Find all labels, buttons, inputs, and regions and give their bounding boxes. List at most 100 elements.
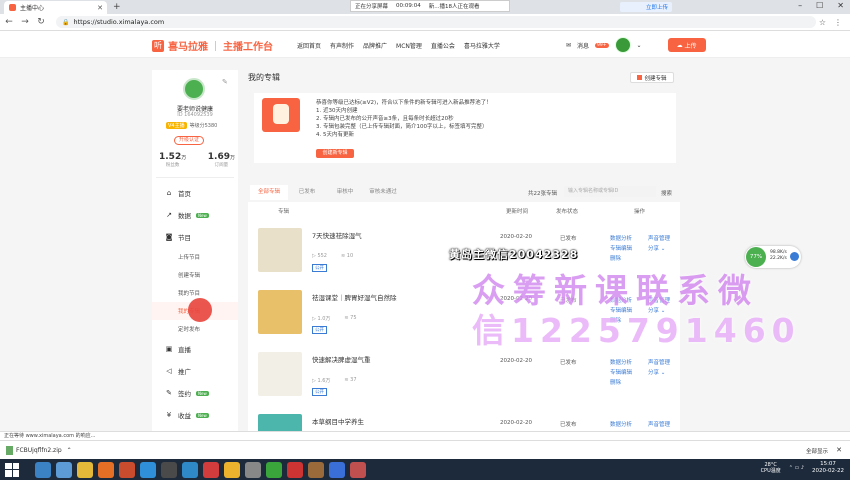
data-analysis-link[interactable]: 数据分析: [610, 234, 648, 242]
certify-button[interactable]: 升级认证: [174, 136, 204, 145]
messages-link[interactable]: 消息: [577, 41, 589, 50]
network-speed-widget[interactable]: 77% 98.8K/s 22.2K/s: [745, 246, 801, 268]
close-window-icon[interactable]: ✕: [837, 1, 844, 10]
nav-audio-production[interactable]: 有声制作: [330, 41, 354, 50]
tab-published[interactable]: 已发布: [288, 185, 326, 200]
share-link[interactable]: 分享 ⌄: [648, 244, 688, 252]
browser-tab[interactable]: 主播中心 ✕: [4, 1, 107, 14]
file-explorer-icon[interactable]: [56, 461, 72, 478]
download-item[interactable]: FCBUjqflfn2.zip ⌃: [6, 445, 72, 455]
menu-icon[interactable]: ⋮: [834, 18, 842, 27]
data-analysis-link[interactable]: 数据分析: [610, 420, 648, 428]
cpu-temp[interactable]: 28°C CPU温度: [761, 462, 781, 474]
search-input[interactable]: 输入专辑名称或专辑ID: [564, 186, 656, 197]
delete-link[interactable]: 删除: [610, 378, 648, 386]
sidebar-item-live[interactable]: ▣ 直播: [152, 338, 238, 360]
app-icon[interactable]: [329, 461, 345, 478]
star-icon[interactable]: ☆: [819, 18, 826, 27]
maximize-icon[interactable]: ☐: [816, 1, 823, 10]
close-download-bar-icon[interactable]: ✕: [836, 446, 842, 454]
forward-icon[interactable]: →: [18, 17, 32, 27]
app-icon[interactable]: [287, 461, 303, 478]
chrome-icon[interactable]: [77, 461, 93, 478]
album-title[interactable]: 本草纲目中学养生: [312, 416, 364, 426]
create-album-button[interactable]: 创建专辑: [630, 72, 674, 83]
app-icon[interactable]: [224, 461, 240, 478]
share-link[interactable]: 分享 ⌄: [648, 368, 688, 376]
taskbar-clock[interactable]: 15:07 2020-02-22: [812, 461, 844, 475]
sub-count: 75: [350, 315, 357, 321]
app-icon[interactable]: [140, 461, 156, 478]
col-ops: 操作: [634, 209, 646, 215]
opera-icon[interactable]: [203, 461, 219, 478]
sidebar-sub-scheduled[interactable]: 定时发布: [152, 320, 238, 338]
app-icon[interactable]: [182, 461, 198, 478]
app-icon[interactable]: [119, 461, 135, 478]
reload-icon[interactable]: ↻: [34, 17, 48, 27]
album-title[interactable]: 快速解决脾虚湿气重: [312, 354, 371, 364]
album-cover[interactable]: [258, 228, 302, 272]
new-tab-icon[interactable]: +: [113, 2, 121, 12]
stat-fans-value: 1.52: [159, 152, 182, 162]
app-icon[interactable]: [350, 461, 366, 478]
delete-link[interactable]: 删除: [610, 254, 648, 262]
sidebar-item-promote[interactable]: ◁ 推广: [152, 360, 238, 382]
sidebar-item-home[interactable]: ⌂ 首页: [152, 182, 238, 204]
url-input[interactable]: 🔒 https://studio.ximalaya.com: [56, 16, 816, 28]
album-edit-link[interactable]: 专辑编辑: [610, 244, 648, 252]
stat-fans[interactable]: 1.52万 粉丝数: [159, 152, 186, 168]
sidebar-item-programs[interactable]: ◙ 节目: [152, 226, 238, 248]
profile-avatar[interactable]: [183, 78, 205, 100]
audio-manage-link[interactable]: 声音管理: [648, 420, 680, 428]
stat-subs[interactable]: 1.69万 订阅量: [208, 152, 235, 168]
level-info: V4主播 等级分5380: [166, 122, 217, 129]
data-analysis-link[interactable]: 数据分析: [610, 358, 648, 366]
app-icon[interactable]: [245, 461, 261, 478]
minimize-icon[interactable]: –: [798, 1, 802, 10]
back-icon[interactable]: ←: [2, 17, 16, 27]
tab-reviewing[interactable]: 审核中: [326, 185, 364, 200]
nav-university[interactable]: 喜马拉雅大学: [464, 41, 500, 50]
audio-manage-link[interactable]: 声音管理: [648, 234, 688, 242]
quick-upload-button[interactable]: 立即上传: [620, 2, 672, 12]
search-button[interactable]: 搜索: [661, 189, 672, 197]
tray-icons[interactable]: ⌃ ▭ ♪: [789, 465, 804, 471]
upload-button[interactable]: ☁ 上传: [667, 38, 706, 52]
mail-icon[interactable]: ✉: [566, 42, 571, 49]
tab-all[interactable]: 全部专辑: [250, 185, 288, 200]
logo-divider: [215, 40, 216, 51]
sidebar-item-income[interactable]: ¥ 收益 New: [152, 404, 238, 426]
app-icon[interactable]: [161, 461, 177, 478]
album-title[interactable]: 祛湿课堂｜脾胃好湿气自然除: [312, 292, 397, 302]
nav-mcn[interactable]: MCN管理: [396, 41, 422, 50]
album-cover[interactable]: [258, 290, 302, 334]
firefox-icon[interactable]: [98, 461, 114, 478]
create-new-album-button[interactable]: 创建新专辑: [316, 149, 354, 158]
wechat-icon[interactable]: [266, 461, 282, 478]
album-edit-link[interactable]: 专辑编辑: [610, 368, 648, 376]
app-icon[interactable]: [308, 461, 324, 478]
sidebar-sub-upload[interactable]: 上传节目: [152, 248, 238, 266]
site-logo[interactable]: 听 喜马拉雅 主播工作台: [152, 38, 273, 53]
close-tab-icon[interactable]: ✕: [97, 4, 103, 12]
nav-home[interactable]: 返回首页: [297, 41, 321, 50]
avatar[interactable]: [614, 37, 631, 53]
chevron-up-icon[interactable]: ⌃: [65, 447, 72, 454]
windows-start-icon[interactable]: [5, 462, 19, 477]
album-cover[interactable]: [258, 352, 302, 396]
edit-icon[interactable]: ✎: [222, 78, 228, 86]
public-badge: 公开: [312, 326, 327, 334]
boost-icon[interactable]: [790, 252, 799, 261]
sidebar-item-data[interactable]: ↗ 数据 New: [152, 204, 238, 226]
sidebar-sub-create-album[interactable]: 创建专辑: [152, 266, 238, 284]
nav-brand-promo[interactable]: 品牌推广: [363, 41, 387, 50]
album-title[interactable]: 7天快速祛除湿气: [312, 230, 362, 240]
sidebar-item-contract[interactable]: ✎ 签约 New: [152, 382, 238, 404]
nav-live-guild[interactable]: 直播公会: [431, 41, 455, 50]
audio-manage-link[interactable]: 声音管理: [648, 358, 688, 366]
chevron-down-icon[interactable]: ⌄: [637, 42, 642, 49]
ie-icon[interactable]: [35, 461, 51, 478]
tab-rejected[interactable]: 审核未通过: [364, 185, 402, 200]
notice-cat-image: [262, 98, 300, 132]
show-all-downloads[interactable]: 全部显示: [806, 447, 828, 455]
